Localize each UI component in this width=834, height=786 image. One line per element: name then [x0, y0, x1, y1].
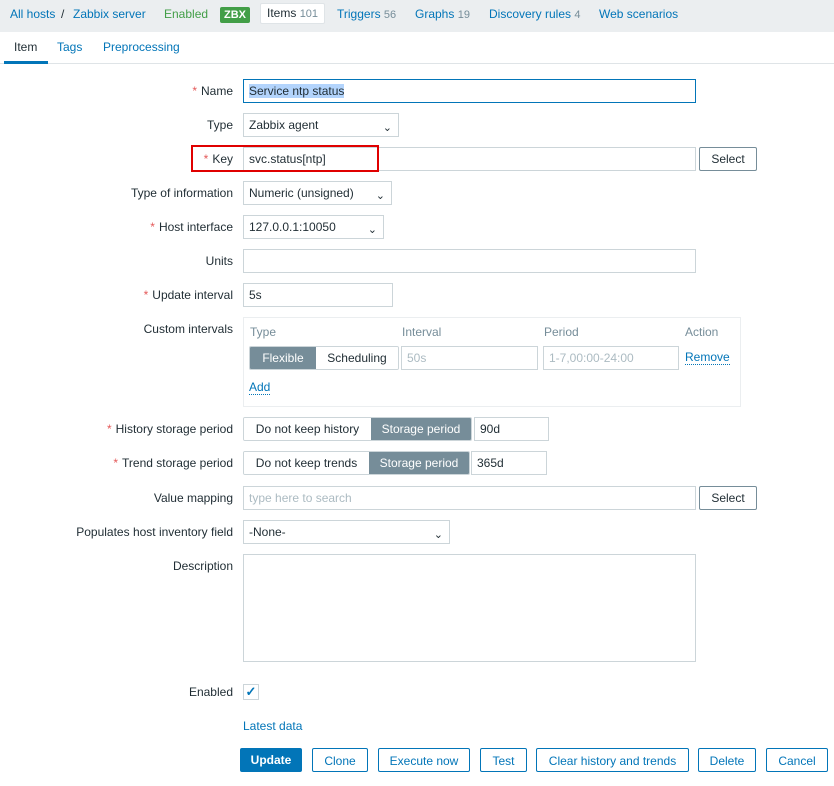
inventory-select-value: -None- — [249, 525, 286, 539]
checkmark-icon: ✓ — [245, 684, 257, 699]
inventory-label: Populates host inventory field — [76, 525, 233, 539]
nav-graphs[interactable]: Graphs 19 — [415, 7, 470, 21]
trend-period-input[interactable]: 365d — [471, 451, 547, 475]
chevron-down-icon: ⌄ — [367, 224, 377, 236]
nav-discovery-label: Discovery rules — [489, 7, 572, 21]
update-interval-label: * Update interval — [144, 288, 233, 302]
required-mark: * — [150, 220, 155, 234]
ci-period-input[interactable] — [543, 346, 679, 370]
latest-data-link[interactable]: Latest data — [243, 719, 302, 733]
trend-label-text: Trend storage period — [122, 456, 233, 470]
item-form: * Name Service ntp status Type Zabbix age… — [0, 64, 834, 786]
required-mark: * — [192, 84, 197, 98]
trend-label: * Trend storage period — [113, 456, 233, 470]
trend-mode-toggle: Do not keep trends Storage period — [243, 451, 470, 475]
ci-type-toggle: Flexible Scheduling — [249, 346, 399, 370]
custom-intervals-table: Type Interval Period Action Flexible Sch… — [243, 317, 741, 407]
key-highlight-box — [191, 145, 379, 172]
value-mapping-search-input[interactable] — [243, 486, 696, 510]
nav-triggers[interactable]: Triggers 56 — [337, 7, 396, 21]
description-label: Description — [172, 559, 233, 573]
required-mark: * — [143, 288, 149, 302]
chevron-down-icon: ⌄ — [382, 122, 392, 134]
nav-triggers-count: 56 — [383, 9, 397, 21]
nav-triggers-label: Triggers — [337, 7, 381, 21]
chevron-down-icon: ⌄ — [433, 529, 443, 541]
history-label-text: History storage period — [115, 422, 233, 436]
tab-preprocessing[interactable]: Preprocessing — [103, 40, 180, 54]
value-mapping-label: Value mapping — [153, 491, 233, 505]
nav-graphs-label: Graphs — [415, 7, 455, 21]
units-input[interactable] — [243, 249, 696, 273]
breadcrumb-all-hosts[interactable]: All hosts — [10, 7, 55, 21]
clone-button[interactable]: Clone — [312, 748, 368, 772]
host-interface-select[interactable]: 127.0.0.1:10050 ⌄ — [243, 215, 384, 239]
type-select[interactable]: Zabbix agent ⌄ — [243, 113, 399, 137]
chevron-down-icon: ⌄ — [375, 190, 385, 202]
custom-intervals-label: Custom intervals — [143, 322, 233, 336]
cancel-button[interactable]: Cancel — [766, 748, 828, 772]
required-mark: * — [113, 456, 119, 470]
history-storage-period-option[interactable]: Storage period — [371, 418, 471, 440]
type-label: Type — [206, 118, 233, 132]
history-mode-toggle: Do not keep history Storage period — [243, 417, 472, 441]
units-label: Units — [205, 254, 233, 268]
tab-tags[interactable]: Tags — [57, 40, 82, 54]
breadcrumb-host[interactable]: Zabbix server — [73, 7, 146, 21]
type-select-value: Zabbix agent — [249, 118, 319, 132]
inventory-select[interactable]: -None- ⌄ — [243, 520, 450, 544]
ci-flexible-option[interactable]: Flexible — [250, 347, 316, 369]
enabled-label: Enabled — [188, 685, 233, 699]
history-period-input[interactable]: 90d — [474, 417, 549, 441]
ci-add-link[interactable]: Add — [249, 381, 271, 395]
tab-item[interactable]: Item — [14, 40, 37, 54]
ci-header-interval: Interval — [402, 325, 442, 339]
nav-graphs-count: 19 — [457, 9, 470, 21]
trend-do-not-keep-option[interactable]: Do not keep trends — [244, 452, 369, 474]
history-label: * History storage period — [107, 422, 233, 436]
value-mapping-select-button[interactable]: Select — [699, 486, 757, 510]
zbx-availability-badge: ZBX — [220, 7, 250, 23]
description-textarea[interactable] — [243, 554, 696, 662]
key-select-button[interactable]: Select — [699, 147, 757, 171]
nav-web-scenarios[interactable]: Web scenarios — [599, 7, 678, 21]
nav-items-count: 101 — [299, 8, 319, 20]
clear-history-trends-button[interactable]: Clear history and trends — [536, 748, 689, 772]
type-of-information-select[interactable]: Numeric (unsigned) ⌄ — [243, 181, 392, 205]
update-interval-label-text: Update interval — [152, 288, 233, 302]
host-interface-value: 127.0.0.1:10050 — [249, 220, 336, 234]
name-input-value: Service ntp status — [249, 84, 345, 98]
trend-storage-period-option[interactable]: Storage period — [369, 452, 469, 474]
host-status-enabled[interactable]: Enabled — [164, 7, 208, 21]
test-button[interactable]: Test — [480, 748, 527, 772]
nav-items-label: Items — [267, 6, 297, 20]
nav-discovery-count: 4 — [574, 9, 581, 21]
update-interval-input[interactable]: 5s — [243, 283, 393, 307]
nav-items[interactable]: Items 101 — [260, 3, 326, 24]
ci-scheduling-option[interactable]: Scheduling — [316, 347, 398, 369]
enabled-checkbox[interactable]: ✓ — [243, 684, 259, 700]
history-do-not-keep-option[interactable]: Do not keep history — [244, 418, 371, 440]
breadcrumb-separator: / — [61, 7, 65, 21]
ci-remove-link[interactable]: Remove — [685, 351, 730, 365]
host-interface-label: * Host interface — [150, 220, 233, 234]
ci-header-period: Period — [544, 325, 579, 339]
ci-header-action: Action — [685, 325, 719, 339]
type-of-information-value: Numeric (unsigned) — [249, 186, 354, 200]
type-of-information-label: Type of information — [130, 186, 233, 200]
ci-header-type: Type — [250, 325, 277, 339]
form-tabs: Item Tags Preprocessing — [0, 32, 834, 64]
host-interface-label-text: Host interface — [158, 220, 233, 234]
name-input[interactable]: Service ntp status — [243, 79, 696, 103]
delete-button[interactable]: Delete — [698, 748, 756, 772]
name-label-text: Name — [200, 84, 233, 98]
required-mark: * — [106, 422, 112, 436]
host-navigation-bar: All hosts / Zabbix server Enabled ZBX It… — [0, 0, 834, 30]
execute-now-button[interactable]: Execute now — [378, 748, 470, 772]
ci-interval-input[interactable] — [401, 346, 538, 370]
nav-discovery-rules[interactable]: Discovery rules 4 — [489, 7, 581, 21]
update-button[interactable]: Update — [240, 748, 302, 772]
name-label: * Name — [192, 84, 233, 98]
